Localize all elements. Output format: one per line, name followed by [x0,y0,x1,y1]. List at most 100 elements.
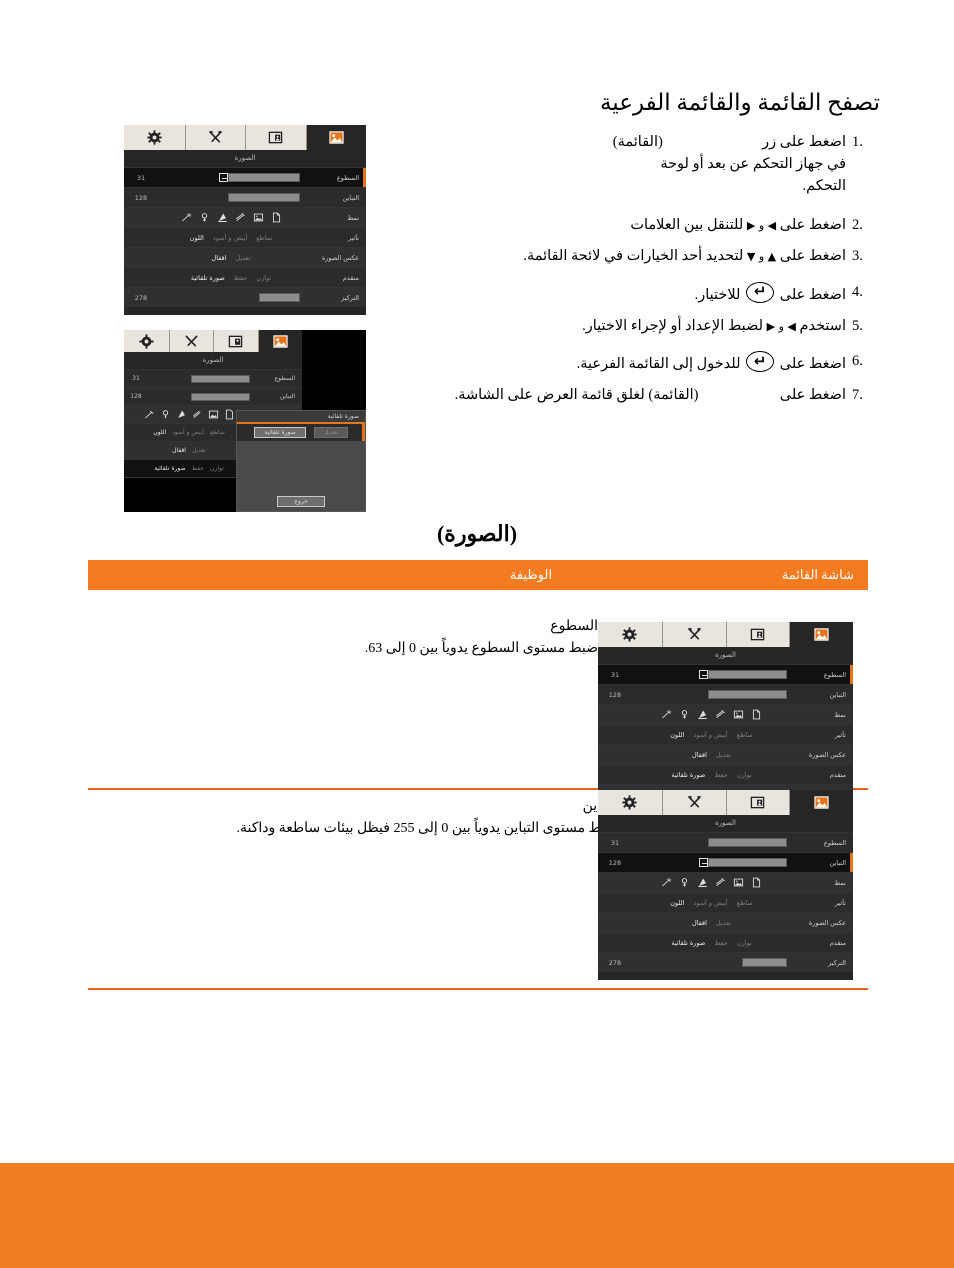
osd-tab-settings[interactable] [124,330,169,352]
osd-option[interactable]: حفظ [234,274,247,282]
osd-option[interactable]: أبيض و أسود [693,899,727,907]
slider-knob[interactable] [699,858,709,867]
slider-knob[interactable] [699,670,709,679]
osd-options[interactable]: تعديل اقفال [632,919,791,927]
osd-tab-picture[interactable] [789,622,853,647]
osd-tab-picture[interactable] [305,125,366,150]
osd-option[interactable]: تعديل [716,751,731,759]
osd-options[interactable]: تعديل اقفال [124,447,254,454]
osd-option-selected[interactable]: اللون [670,731,684,739]
osd-row-brightness[interactable]: السطوع 31 [598,664,853,684]
submenu-button-primary[interactable]: صورة تلقائية [254,427,306,438]
osd-option[interactable]: ساطع [737,899,753,907]
osd-tab-picture[interactable] [789,790,853,815]
osd-row-effect[interactable]: تأثير ساطع أبيض و أسود اللون [598,724,853,744]
osd-options[interactable]: ساطع أبيض و أسود اللون [632,731,791,739]
osd-row-contrast[interactable]: التباين 128 [124,387,302,405]
osd-option-selected[interactable]: اقفال [692,751,707,759]
osd-slider[interactable] [158,193,304,202]
osd-row-mode[interactable]: نمط [598,704,853,724]
osd-option-selected[interactable]: اللون [670,899,684,907]
osd-row-image-flip[interactable]: عكس الصورة تعديل اقفال [124,247,366,267]
osd-option[interactable]: توازن [737,939,752,947]
osd-row-brightness[interactable]: السطوع 31 [124,369,302,387]
osd-row-image-flip[interactable]: عكس الصورة تعديل اقفال [598,744,853,764]
osd-row-image-flip[interactable]: عكس الصورة تعديل اقفال [598,912,853,932]
osd-row-effect[interactable]: تأثير ساطع أبيض و أسود اللون [124,227,366,247]
osd-options[interactable]: توازن حفظ صورة تلقائية [632,771,791,779]
osd-row-mode[interactable]: نمط [124,207,366,227]
osd-row-focus[interactable]: التركيز 278 [598,952,853,972]
osd-option[interactable]: حفظ [714,771,727,779]
osd-option[interactable]: تعديل [716,919,731,927]
osd-tab-settings[interactable] [598,622,662,647]
osd-tab-tools[interactable] [661,790,726,815]
osd-option-selected[interactable]: صورة تلقائية [191,274,225,282]
osd-row-advanced[interactable]: متقدم توازن حفظ صورة تلقائية [124,267,366,287]
osd-slider[interactable] [148,392,254,401]
osd-option[interactable]: توازن [256,274,271,282]
submenu-button-secondary[interactable]: تعديل [313,427,348,438]
osd-option-selected[interactable]: صورة تلقائية [671,771,705,779]
osd-option[interactable]: تعديل [192,447,206,454]
osd-option-selected[interactable]: صورة تلقائية [154,465,185,472]
osd-slider[interactable] [632,838,791,847]
osd-option[interactable]: ساطع [256,234,272,242]
osd-options[interactable]: توازن حفظ صورة تلقائية [632,939,791,947]
osd-slider[interactable] [148,374,254,383]
osd-option-selected[interactable]: اللون [190,234,204,242]
osd-option[interactable]: أبيض و أسود [172,429,204,436]
osd-slider[interactable] [632,690,791,699]
submenu-option-row[interactable]: تعديل صورة تلقائية [237,424,365,441]
osd-option-selected[interactable]: صورة تلقائية [671,939,705,947]
submenu-exit-button[interactable]: خروج [277,496,325,507]
osd-option-selected[interactable]: اقفال [212,254,227,262]
osd-option-selected[interactable]: اقفال [692,919,707,927]
osd-options[interactable]: ساطع أبيض و أسود اللون [632,899,791,907]
osd-option[interactable]: توازن [210,465,224,472]
osd-options[interactable]: تعديل اقفال [158,254,304,262]
osd-option-selected[interactable]: اللون [153,429,166,436]
osd-row-advanced[interactable]: متقدم توازن حفظ صورة تلقائية [598,932,853,952]
osd-options[interactable]: ساطع أبيض و أسود اللون [124,429,254,436]
osd-row-mode[interactable]: نمط [598,872,853,892]
osd-tab-pbp[interactable] [725,622,790,647]
osd-option[interactable]: تعديل [235,254,250,262]
osd-tab-tools[interactable] [168,330,213,352]
osd-option[interactable]: توازن [737,771,752,779]
osd-options[interactable]: توازن حفظ صورة تلقائية [158,274,304,282]
osd-tab-settings[interactable] [598,790,662,815]
osd-row-contrast[interactable]: التباين 128 [598,852,853,872]
osd-slider[interactable] [632,858,791,867]
osd-slider[interactable] [158,173,304,182]
osd-options[interactable]: ساطع أبيض و أسود اللون [158,234,304,242]
osd-row-effect[interactable]: تأثير ساطع أبيض و أسود اللون [598,892,853,912]
osd-option[interactable]: أبيض و أسود [213,234,247,242]
osd-tab-tools[interactable] [184,125,245,150]
osd-option[interactable]: ساطع [737,731,753,739]
osd-tab-tools[interactable] [661,622,726,647]
osd-row-contrast[interactable]: التباين 128 [598,684,853,704]
osd-slider[interactable] [158,293,304,302]
osd-tab-pbp[interactable] [213,330,258,352]
step-2-text-b: للتنقل بين العلامات [630,217,744,234]
osd-option[interactable]: ساطع [210,429,225,436]
osd-option[interactable]: أبيض و أسود [693,731,727,739]
osd-slider[interactable] [632,670,791,679]
osd-slider[interactable] [632,958,791,967]
osd-row-advanced[interactable]: متقدم توازن حفظ صورة تلقائية [598,764,853,784]
osd-option-selected[interactable]: اقفال [172,447,186,454]
osd-row-focus[interactable]: التركيز 278 [124,287,366,307]
osd-option[interactable]: حفظ [192,465,204,472]
osd-row-contrast[interactable]: التباين 128 [124,187,366,207]
osd-tab-pbp[interactable] [725,790,790,815]
osd-options[interactable]: تعديل اقفال [632,751,791,759]
osd-options[interactable]: توازن حفظ صورة تلقائية [124,465,254,472]
osd-tab-pbp[interactable] [245,125,306,150]
osd-tab-settings[interactable] [124,125,185,150]
osd-row-brightness[interactable]: السطوع 31 [598,832,853,852]
slider-knob[interactable] [219,173,229,182]
osd-tab-picture[interactable] [257,330,302,352]
osd-option[interactable]: حفظ [714,939,727,947]
osd-row-brightness[interactable]: السطوع 31 [124,167,366,187]
